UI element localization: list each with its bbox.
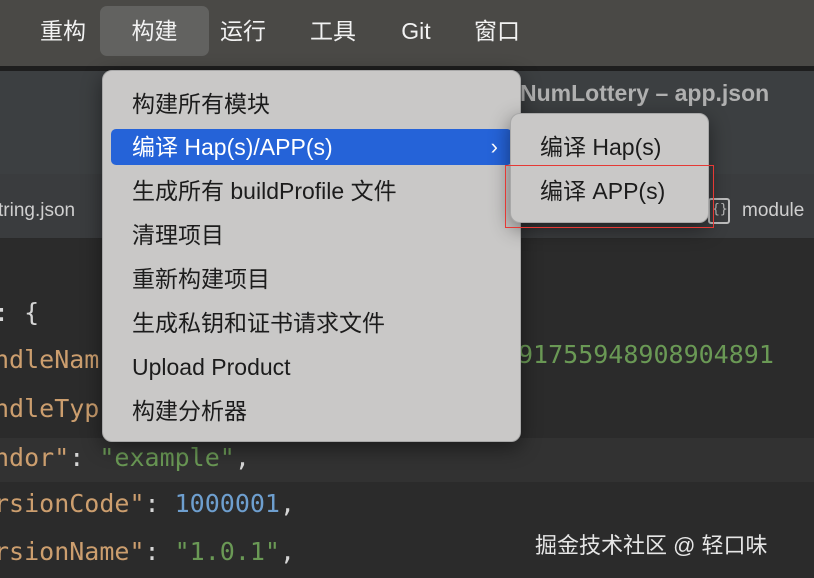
menu-item-rebuild-project[interactable]: 重新构建项目 — [111, 261, 512, 297]
compile-submenu: 编译 Hap(s) 编译 APP(s) — [510, 113, 709, 223]
menu-build[interactable]: 构建 — [100, 6, 209, 56]
menu-item-build-all-modules[interactable]: 构建所有模块 — [111, 86, 512, 122]
truncated-value: 91755948908904891 — [518, 340, 774, 369]
tab-string-json[interactable]: tring.json — [0, 200, 75, 222]
build-menu: 构建所有模块 编译 Hap(s)/APP(s) › 生成所有 buildProf… — [102, 70, 521, 442]
menu-item-generate-key-csr[interactable]: 生成私钥和证书请求文件 — [111, 305, 512, 341]
tab-module[interactable]: module — [742, 200, 804, 222]
menu-item-upload-product[interactable]: Upload Product — [111, 349, 512, 385]
code-line: ndleNam — [0, 345, 100, 374]
menu-item-clean-project[interactable]: 清理项目 — [111, 217, 512, 253]
menu-run[interactable]: 运行 — [209, 6, 277, 56]
menu-item-build-analyzer[interactable]: 构建分析器 — [111, 393, 512, 429]
menu-git[interactable]: Git — [388, 6, 444, 56]
menu-tools[interactable]: 工具 — [298, 6, 368, 56]
menu-item-label: 编译 Hap(s)/APP(s) — [132, 134, 333, 160]
menu-item-compile-hap-app[interactable]: 编译 Hap(s)/APP(s) › — [111, 129, 512, 165]
code-line: rsionCode": 1000001, — [0, 489, 296, 518]
code-line: ndor": "example", — [0, 443, 250, 472]
menu-refactor[interactable]: 重构 — [26, 6, 100, 56]
watermark: 掘金技术社区 @ 轻口味 — [535, 533, 768, 558]
menu-item-generate-buildprofile[interactable]: 生成所有 buildProfile 文件 — [111, 173, 512, 209]
code-line: : { — [0, 298, 40, 327]
chevron-right-icon: › — [490, 134, 498, 159]
menu-item-compile-hap[interactable]: 编译 Hap(s) — [519, 129, 700, 165]
menu-bar: 重构 构建 运行 工具 Git 窗口 — [0, 0, 814, 66]
json-file-icon — [708, 198, 730, 224]
code-line: ndleTyp — [0, 394, 100, 423]
code-line: rsionName": "1.0.1", — [0, 537, 296, 566]
menu-item-compile-app[interactable]: 编译 APP(s) — [519, 173, 700, 209]
window-title: NumLottery – app.json — [520, 80, 770, 106]
menu-window[interactable]: 窗口 — [462, 6, 532, 56]
